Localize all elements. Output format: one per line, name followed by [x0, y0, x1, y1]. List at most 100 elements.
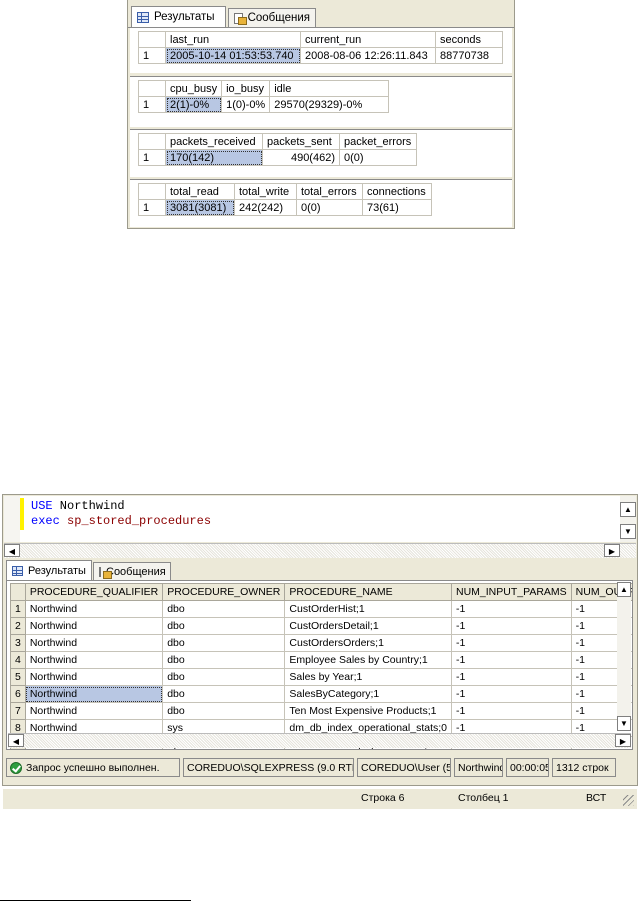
table-row[interactable]: 5 Northwind dbo Sales by Year;1 -1 -1	[10, 668, 632, 686]
code-line-2[interactable]: exec sp_stored_procedures	[31, 514, 211, 528]
table-cell[interactable]: -1	[451, 651, 572, 669]
scroll-right-arrow-icon[interactable]: ▶	[604, 544, 620, 557]
scroll-down-arrow-icon[interactable]: ▼	[617, 716, 631, 731]
result-grid-io[interactable]: total_read total_write total_errors conn…	[138, 183, 432, 216]
scroll-up-arrow-icon[interactable]: ▲	[617, 582, 631, 597]
table-row[interactable]: 1 2(1)-0% 1(0)-0% 29570(29329)-0%	[138, 96, 390, 113]
table-cell[interactable]: 0(0)	[296, 199, 363, 216]
column-header[interactable]: idle	[269, 80, 390, 97]
column-header[interactable]: cpu_busy	[164, 80, 223, 97]
column-header[interactable]: total_errors	[296, 183, 363, 200]
row-number[interactable]: 1	[138, 149, 166, 166]
result-grid-last-run[interactable]: last_run current_run seconds 1 2005-10-1…	[138, 31, 503, 64]
table-cell-selected[interactable]: 170(142)	[165, 149, 263, 166]
tab-results[interactable]: Результаты	[131, 6, 226, 27]
column-header[interactable]: NUM_INPUT_PARAMS	[451, 583, 572, 601]
tab-messages[interactable]: Сообщения	[93, 562, 171, 580]
scroll-up-arrow-icon[interactable]: ▲	[620, 502, 636, 517]
table-cell[interactable]: 242(242)	[234, 199, 297, 216]
table-row[interactable]: 6 Northwind dbo SalesByCategory;1 -1 -1	[10, 685, 632, 703]
scroll-down-arrow-icon[interactable]: ▼	[620, 524, 636, 539]
table-cell[interactable]: Sales by Year;1	[284, 668, 453, 686]
table-cell[interactable]: -1	[451, 702, 572, 720]
resize-grip-icon[interactable]	[623, 795, 634, 806]
table-cell[interactable]: Northwind	[24, 617, 164, 635]
table-cell[interactable]: dbo	[162, 634, 286, 652]
table-cell[interactable]: Ten Most Expensive Products;1	[284, 702, 453, 720]
grid-horizontal-scrollbar[interactable]: ◀ ▶	[8, 733, 631, 748]
table-row[interactable]: 4 Northwind dbo Employee Sales by Country;1…	[10, 651, 632, 669]
table-row[interactable]: 2 Northwind dbo CustOrdersDetail;1 -1 -1	[10, 617, 632, 635]
table-cell[interactable]: CustOrdersDetail;1	[284, 617, 453, 635]
table-cell[interactable]: 88770738	[435, 47, 503, 64]
table-row[interactable]: 1 Northwind dbo CustOrderHist;1 -1 -1	[10, 600, 632, 618]
tab-messages[interactable]: Сообщения	[228, 8, 316, 27]
table-cell[interactable]: 2008-08-06 12:26:11.843	[300, 47, 436, 64]
grid-vertical-scrollbar[interactable]: ▲ ▼	[617, 582, 631, 731]
column-header[interactable]: packets_sent	[262, 133, 340, 150]
table-cell[interactable]: SalesByCategory;1	[284, 685, 453, 703]
row-number[interactable]: 2	[10, 617, 26, 635]
column-header[interactable]: total_write	[234, 183, 297, 200]
table-cell[interactable]: 29570(29329)-0%	[269, 96, 390, 113]
column-header[interactable]: PROCEDURE_NAME	[284, 583, 453, 601]
table-cell[interactable]: -1	[451, 617, 572, 635]
table-cell[interactable]: dbo	[162, 685, 286, 703]
column-header[interactable]: current_run	[300, 31, 436, 48]
row-number[interactable]: 7	[10, 702, 26, 720]
table-cell[interactable]: Northwind	[24, 634, 164, 652]
table-row[interactable]: 1 2005-10-14 01:53:53.740 2008-08-06 12:…	[138, 47, 503, 64]
tab-results[interactable]: Результаты	[6, 560, 92, 580]
table-cell[interactable]: -1	[451, 685, 572, 703]
column-header[interactable]: last_run	[165, 31, 301, 48]
table-cell[interactable]: CustOrderHist;1	[284, 600, 453, 618]
results-grid[interactable]: PROCEDURE_QUALIFIER PROCEDURE_OWNER PROC…	[6, 580, 633, 750]
row-number[interactable]: 4	[10, 651, 26, 669]
scroll-right-arrow-icon[interactable]: ▶	[615, 734, 631, 747]
column-header[interactable]: total_read	[165, 183, 235, 200]
row-number[interactable]: 3	[10, 634, 26, 652]
column-header[interactable]: seconds	[435, 31, 503, 48]
result-grid-cpu[interactable]: cpu_busy io_busy idle 1 2(1)-0% 1(0)-0% …	[138, 80, 390, 113]
table-cell[interactable]: dbo	[162, 600, 286, 618]
table-cell[interactable]: 1(0)-0%	[221, 96, 271, 113]
table-cell-selected[interactable]: Northwind	[24, 685, 164, 703]
table-cell[interactable]: Employee Sales by Country;1	[284, 651, 453, 669]
row-number[interactable]: 1	[138, 47, 166, 64]
column-header[interactable]: PROCEDURE_OWNER	[162, 583, 286, 601]
procedures-table[interactable]: PROCEDURE_QUALIFIER PROCEDURE_OWNER PROC…	[10, 583, 632, 749]
column-header[interactable]: packet_errors	[339, 133, 417, 150]
row-number[interactable]: 1	[10, 600, 26, 618]
table-cell[interactable]: Northwind	[24, 702, 164, 720]
table-cell[interactable]: 490(462)	[262, 149, 340, 166]
query-editor[interactable]: USE Northwind exec sp_stored_procedures	[4, 496, 622, 542]
row-number[interactable]: 6	[10, 685, 26, 703]
scroll-left-arrow-icon[interactable]: ◀	[4, 544, 20, 557]
table-cell[interactable]: 73(61)	[362, 199, 432, 216]
table-cell[interactable]: Northwind	[24, 600, 164, 618]
table-row[interactable]: 1 170(142) 490(462) 0(0)	[138, 149, 417, 166]
table-row[interactable]: 7 Northwind dbo Ten Most Expensive Products…	[10, 702, 632, 720]
editor-vertical-scrollbar[interactable]: ▲ ▼	[620, 496, 636, 542]
column-header[interactable]: packets_received	[165, 133, 263, 150]
column-header[interactable]: io_busy	[221, 80, 271, 97]
row-number[interactable]: 1	[138, 199, 166, 216]
row-number[interactable]: 1	[138, 96, 166, 113]
column-header[interactable]: PROCEDURE_QUALIFIER	[24, 583, 164, 601]
table-cell[interactable]: dbo	[162, 617, 286, 635]
table-cell[interactable]: dbo	[162, 651, 286, 669]
table-row[interactable]: 1 3081(3081) 242(242) 0(0) 73(61)	[138, 199, 432, 216]
column-header[interactable]: connections	[362, 183, 432, 200]
result-grid-packets[interactable]: packets_received packets_sent packet_err…	[138, 133, 417, 166]
editor-horizontal-scrollbar[interactable]: ◀ ▶	[4, 543, 636, 558]
table-cell[interactable]: 0(0)	[339, 149, 417, 166]
table-cell[interactable]: Northwind	[24, 651, 164, 669]
table-row[interactable]: 3 Northwind dbo CustOrdersOrders;1 -1 -1	[10, 634, 632, 652]
table-cell[interactable]: CustOrdersOrders;1	[284, 634, 453, 652]
row-number[interactable]: 5	[10, 668, 26, 686]
code-line-1[interactable]: USE Northwind	[31, 499, 125, 513]
table-cell-selected[interactable]: 2(1)-0%	[164, 96, 223, 113]
table-cell[interactable]: -1	[451, 634, 572, 652]
table-cell[interactable]: -1	[451, 600, 572, 618]
table-cell[interactable]: Northwind	[24, 668, 164, 686]
